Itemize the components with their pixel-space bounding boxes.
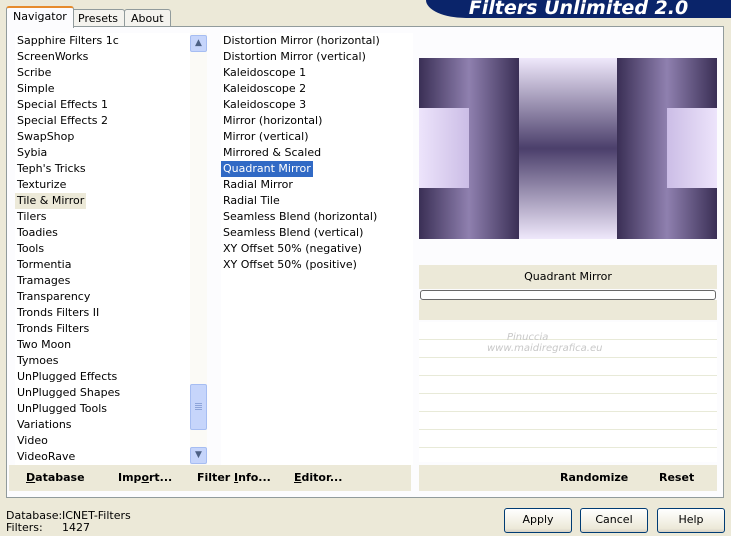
progress-bar xyxy=(420,290,716,300)
status-filters-value: 1427 xyxy=(62,521,90,534)
category-item[interactable]: Tronds Filters II xyxy=(15,305,101,321)
scroll-grip-line xyxy=(195,403,202,404)
left-action-bar: Database Import... Filter Info... Editor… xyxy=(9,465,411,491)
category-item[interactable]: Tramages xyxy=(15,273,72,289)
category-item[interactable]: Tymoes xyxy=(15,353,60,369)
category-item[interactable]: Two Moon xyxy=(15,337,73,353)
preview-graphic xyxy=(419,58,717,239)
category-item[interactable]: Transparency xyxy=(15,289,92,305)
filter-list[interactable]: Distortion Mirror (horizontal) Distortion… xyxy=(221,33,413,465)
filter-item[interactable]: Mirror (horizontal) xyxy=(221,113,324,129)
filter-info-button[interactable]: Filter Info... xyxy=(197,471,271,484)
category-scrollbar[interactable]: ▲ ▼ xyxy=(190,33,207,465)
filter-item[interactable]: XY Offset 50% (negative) xyxy=(221,241,364,257)
status-filters-label: Filters: xyxy=(6,521,43,534)
parameter-row xyxy=(419,358,717,376)
scroll-down-button[interactable]: ▼ xyxy=(190,447,207,464)
filter-item[interactable]: Kaleidoscope 2 xyxy=(221,81,308,97)
editor-button[interactable]: Editor... xyxy=(294,471,342,484)
category-item[interactable]: Variations xyxy=(15,417,74,433)
scroll-grip-line xyxy=(195,405,202,406)
filter-item[interactable]: Radial Tile xyxy=(221,193,282,209)
parameter-row xyxy=(419,412,717,430)
parameter-row xyxy=(419,394,717,412)
category-item[interactable]: Sapphire Filters 1c xyxy=(15,33,121,49)
scroll-grip-line xyxy=(195,407,202,408)
category-item[interactable]: Tools xyxy=(15,241,46,257)
reset-button[interactable]: Reset xyxy=(659,471,694,484)
category-item[interactable]: UnPlugged Shapes xyxy=(15,385,122,401)
category-item[interactable]: Sybia xyxy=(15,145,49,161)
scroll-grip-line xyxy=(195,409,202,410)
filter-item[interactable]: Radial Mirror xyxy=(221,177,295,193)
category-item[interactable]: SwapShop xyxy=(15,129,76,145)
category-item[interactable]: Tormentia xyxy=(15,257,73,273)
tab-navigator[interactable]: Navigator xyxy=(6,6,74,28)
category-item[interactable]: Special Effects 2 xyxy=(15,113,110,129)
watermark-name: Pinuccia xyxy=(507,332,549,343)
category-item[interactable]: UnPlugged Tools xyxy=(15,401,109,417)
navigator-panel: Sapphire Filters 1c ScreenWorks Scribe Simp… xyxy=(6,26,724,498)
category-item[interactable]: Special Effects 1 xyxy=(15,97,110,113)
category-item[interactable]: Texturize xyxy=(15,177,68,193)
category-item[interactable]: Scribe xyxy=(15,65,53,81)
watermark-url: www.maidiregrafica.eu xyxy=(487,343,603,354)
category-item[interactable]: Video xyxy=(15,433,50,449)
preview-image xyxy=(419,58,717,239)
scroll-thumb[interactable] xyxy=(190,384,207,430)
category-item[interactable]: Tilers xyxy=(15,209,49,225)
category-item[interactable]: Tronds Filters xyxy=(15,321,91,337)
database-button[interactable]: Database xyxy=(26,471,85,484)
category-item[interactable]: Simple xyxy=(15,81,57,97)
category-item[interactable]: ScreenWorks xyxy=(15,49,90,65)
cancel-button[interactable]: Cancel xyxy=(580,508,648,533)
filter-item[interactable]: XY Offset 50% (positive) xyxy=(221,257,359,273)
import-button[interactable]: Import... xyxy=(118,471,172,484)
tab-presets[interactable]: Presets xyxy=(71,9,126,27)
watermark: Pinuccia www.maidiregrafica.eu xyxy=(447,332,602,354)
randomize-button[interactable]: Randomize xyxy=(560,471,628,484)
filter-item[interactable]: Kaleidoscope 3 xyxy=(221,97,308,113)
parameter-row xyxy=(419,376,717,394)
apply-button[interactable]: Apply xyxy=(504,508,572,533)
status-filters: Filters: 1427 xyxy=(6,521,90,534)
category-item[interactable]: Toadies xyxy=(15,225,60,241)
category-item[interactable]: Tile & Mirror xyxy=(15,193,87,209)
filter-item[interactable]: Distortion Mirror (horizontal) xyxy=(221,33,382,49)
filter-item[interactable]: Seamless Blend (horizontal) xyxy=(221,209,379,225)
right-action-bar: Randomize Reset xyxy=(419,465,717,491)
parameter-header xyxy=(419,300,717,320)
tab-about[interactable]: About xyxy=(124,9,171,27)
parameter-row xyxy=(419,430,717,448)
filter-item[interactable]: Seamless Blend (vertical) xyxy=(221,225,365,241)
selected-filter-title: Quadrant Mirror xyxy=(419,265,717,289)
filter-item[interactable]: Distortion Mirror (vertical) xyxy=(221,49,368,65)
category-item[interactable]: Teph's Tricks xyxy=(15,161,88,177)
filter-item[interactable]: Mirror (vertical) xyxy=(221,129,311,145)
help-button[interactable]: Help xyxy=(657,508,725,533)
category-item[interactable]: UnPlugged Effects xyxy=(15,369,119,385)
app-banner: Filters Unlimited 2.0 xyxy=(426,0,731,18)
filter-item[interactable]: Mirrored & Scaled xyxy=(221,145,323,161)
category-item[interactable]: VideoRave xyxy=(15,449,77,465)
category-list[interactable]: Sapphire Filters 1c ScreenWorks Scribe Simp… xyxy=(15,33,190,465)
filter-item[interactable]: Kaleidoscope 1 xyxy=(221,65,308,81)
scroll-up-button[interactable]: ▲ xyxy=(190,35,207,52)
filter-item[interactable]: Quadrant Mirror xyxy=(221,161,313,177)
